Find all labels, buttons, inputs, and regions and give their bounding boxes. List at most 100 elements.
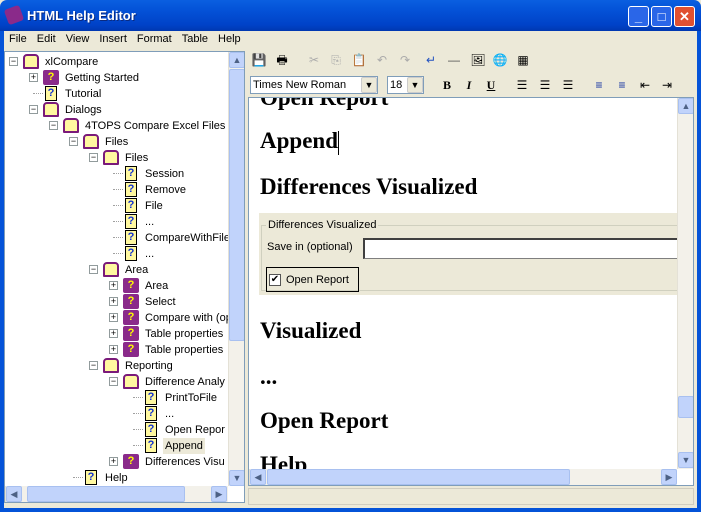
expand-icon[interactable]: + <box>109 313 118 322</box>
paste-icon[interactable]: 📋 <box>350 52 368 68</box>
tree-connector <box>113 221 123 222</box>
save-in-input[interactable] <box>363 238 683 259</box>
collapse-icon[interactable]: − <box>89 265 98 274</box>
insert-table-icon[interactable]: ▦ <box>514 52 532 68</box>
help-topic-icon: ? <box>145 422 157 437</box>
font-size-select[interactable]: 18 ▼ <box>387 76 424 94</box>
expand-icon[interactable]: + <box>109 329 118 338</box>
expand-icon[interactable]: + <box>109 457 118 466</box>
menu-insert[interactable]: Insert <box>94 31 132 47</box>
scroll-down-button[interactable]: ▼ <box>229 470 244 486</box>
bold-button[interactable]: B <box>438 77 456 93</box>
menu-format[interactable]: Format <box>132 31 177 47</box>
align-center-icon[interactable]: ☰ <box>536 77 554 93</box>
editor-vertical-scrollbar[interactable]: ▲ ▼ <box>677 98 693 469</box>
save-icon[interactable]: 💾 <box>250 52 268 68</box>
group-title: Differences Visualized <box>266 219 379 231</box>
help-topic-icon: ? <box>125 166 137 181</box>
heading: Open Report <box>260 97 389 110</box>
tree-item-label: Difference Analy <box>145 376 225 388</box>
expand-icon[interactable]: + <box>109 297 118 306</box>
collapse-icon[interactable]: − <box>89 361 98 370</box>
expand-icon[interactable]: + <box>109 345 118 354</box>
collapse-icon[interactable]: − <box>29 105 38 114</box>
outdent-icon[interactable]: ⇤ <box>636 77 654 93</box>
tree-item-label: Session <box>145 168 185 180</box>
scroll-down-button[interactable]: ▼ <box>678 452 693 468</box>
expand-icon[interactable]: + <box>29 73 38 82</box>
undo-icon[interactable]: ↶ <box>373 52 391 68</box>
scroll-right-button[interactable]: ▶ <box>661 469 677 485</box>
help-topic-icon: ? <box>125 182 137 197</box>
closed-book-icon: ? <box>123 342 139 357</box>
cut-icon[interactable]: ✂ <box>305 52 323 68</box>
open-report-checkbox[interactable]: ✔ Open Report <box>266 267 359 292</box>
toc-tree[interactable]: − xlCompare +? Getting Started? Tutorial − Dia… <box>4 51 245 503</box>
menu-edit[interactable]: Edit <box>32 31 61 47</box>
tree-item-label: Area <box>145 280 169 292</box>
help-topic-icon: ? <box>125 246 137 261</box>
numbered-list-icon[interactable]: ≡ <box>590 77 608 93</box>
help-topic-icon: ? <box>145 438 157 453</box>
checkbox-check-icon[interactable]: ✔ <box>269 274 281 286</box>
tree-item-label: Remove <box>145 184 186 196</box>
collapse-icon[interactable]: − <box>109 377 118 386</box>
collapse-icon[interactable]: − <box>49 121 58 130</box>
menu-view[interactable]: View <box>61 31 95 47</box>
horizontal-rule-icon[interactable]: — <box>445 52 463 68</box>
insert-image-icon[interactable]: 🖼 <box>469 52 487 68</box>
font-select[interactable]: Times New Roman ▼ <box>250 76 378 94</box>
closed-book-icon: ? <box>123 454 139 469</box>
close-button[interactable]: ✕ <box>674 6 695 27</box>
scroll-left-button[interactable]: ◀ <box>250 469 266 485</box>
underline-button[interactable]: U <box>482 77 500 93</box>
scroll-up-button[interactable]: ▲ <box>678 98 693 114</box>
scroll-left-button[interactable]: ◀ <box>6 486 22 502</box>
scroll-up-button[interactable]: ▲ <box>229 52 244 68</box>
scroll-thumb[interactable] <box>27 486 185 502</box>
maximize-button[interactable]: □ <box>651 6 672 27</box>
save-in-label: Save in (optional) <box>267 241 353 253</box>
copy-icon[interactable]: ⎘ <box>327 52 345 68</box>
expand-icon[interactable]: + <box>109 281 118 290</box>
minimize-button[interactable]: _ <box>628 6 649 27</box>
tree-item-label: Area <box>125 264 149 276</box>
format-toolbar: Times New Roman ▼ 18 ▼ B I U ☰ ☰ ☰ ≡ ≡ ⇤… <box>248 74 698 96</box>
tree-connector <box>113 253 123 254</box>
tree-horizontal-scrollbar[interactable]: ◀ ▶ <box>5 486 228 502</box>
insert-link-icon[interactable]: 🌐 <box>491 52 509 68</box>
chevron-down-icon[interactable]: ▼ <box>407 77 423 93</box>
indent-icon[interactable]: ⇥ <box>658 77 676 93</box>
scroll-thumb[interactable] <box>678 396 693 418</box>
collapse-icon[interactable]: − <box>69 137 78 146</box>
scroll-right-button[interactable]: ▶ <box>211 486 227 502</box>
align-left-icon[interactable]: ☰ <box>513 77 531 93</box>
line-break-icon[interactable]: ↵ <box>422 52 440 68</box>
tree-item-label: Help <box>105 472 128 484</box>
redo-icon[interactable]: ↷ <box>396 52 414 68</box>
chevron-down-icon[interactable]: ▼ <box>361 77 377 93</box>
html-editor[interactable]: Open Report Append Differences Visualize… <box>248 97 694 486</box>
collapse-icon[interactable]: − <box>9 57 18 66</box>
menu-file[interactable]: File <box>4 31 32 47</box>
collapse-icon[interactable]: − <box>89 153 98 162</box>
print-icon[interactable]: 🖶 <box>273 52 291 68</box>
help-topic-icon: ? <box>145 406 157 421</box>
closed-book-icon: ? <box>43 70 59 85</box>
tree-item-label: Compare with (op <box>145 312 232 324</box>
scroll-thumb[interactable] <box>267 469 570 485</box>
editor-horizontal-scrollbar[interactable]: ◀ ▶ <box>249 469 677 485</box>
italic-button[interactable]: I <box>460 77 478 93</box>
align-right-icon[interactable]: ☰ <box>559 77 577 93</box>
scroll-thumb[interactable] <box>229 69 244 341</box>
menu-table[interactable]: Table <box>177 31 213 47</box>
bullet-list-icon[interactable]: ≡ <box>613 77 631 93</box>
open-book-icon <box>43 102 59 117</box>
open-book-icon <box>103 150 119 165</box>
menu-help[interactable]: Help <box>213 31 246 47</box>
tree-vertical-scrollbar[interactable]: ▲ ▼ <box>228 52 244 486</box>
tree-item-label: Differences Visu <box>145 456 225 468</box>
title-bar: HTML Help Editor _ □ ✕ <box>0 0 701 31</box>
embedded-dialog: Differences Visualized Save in (optional… <box>259 213 691 295</box>
heading-text: Append <box>260 128 338 153</box>
